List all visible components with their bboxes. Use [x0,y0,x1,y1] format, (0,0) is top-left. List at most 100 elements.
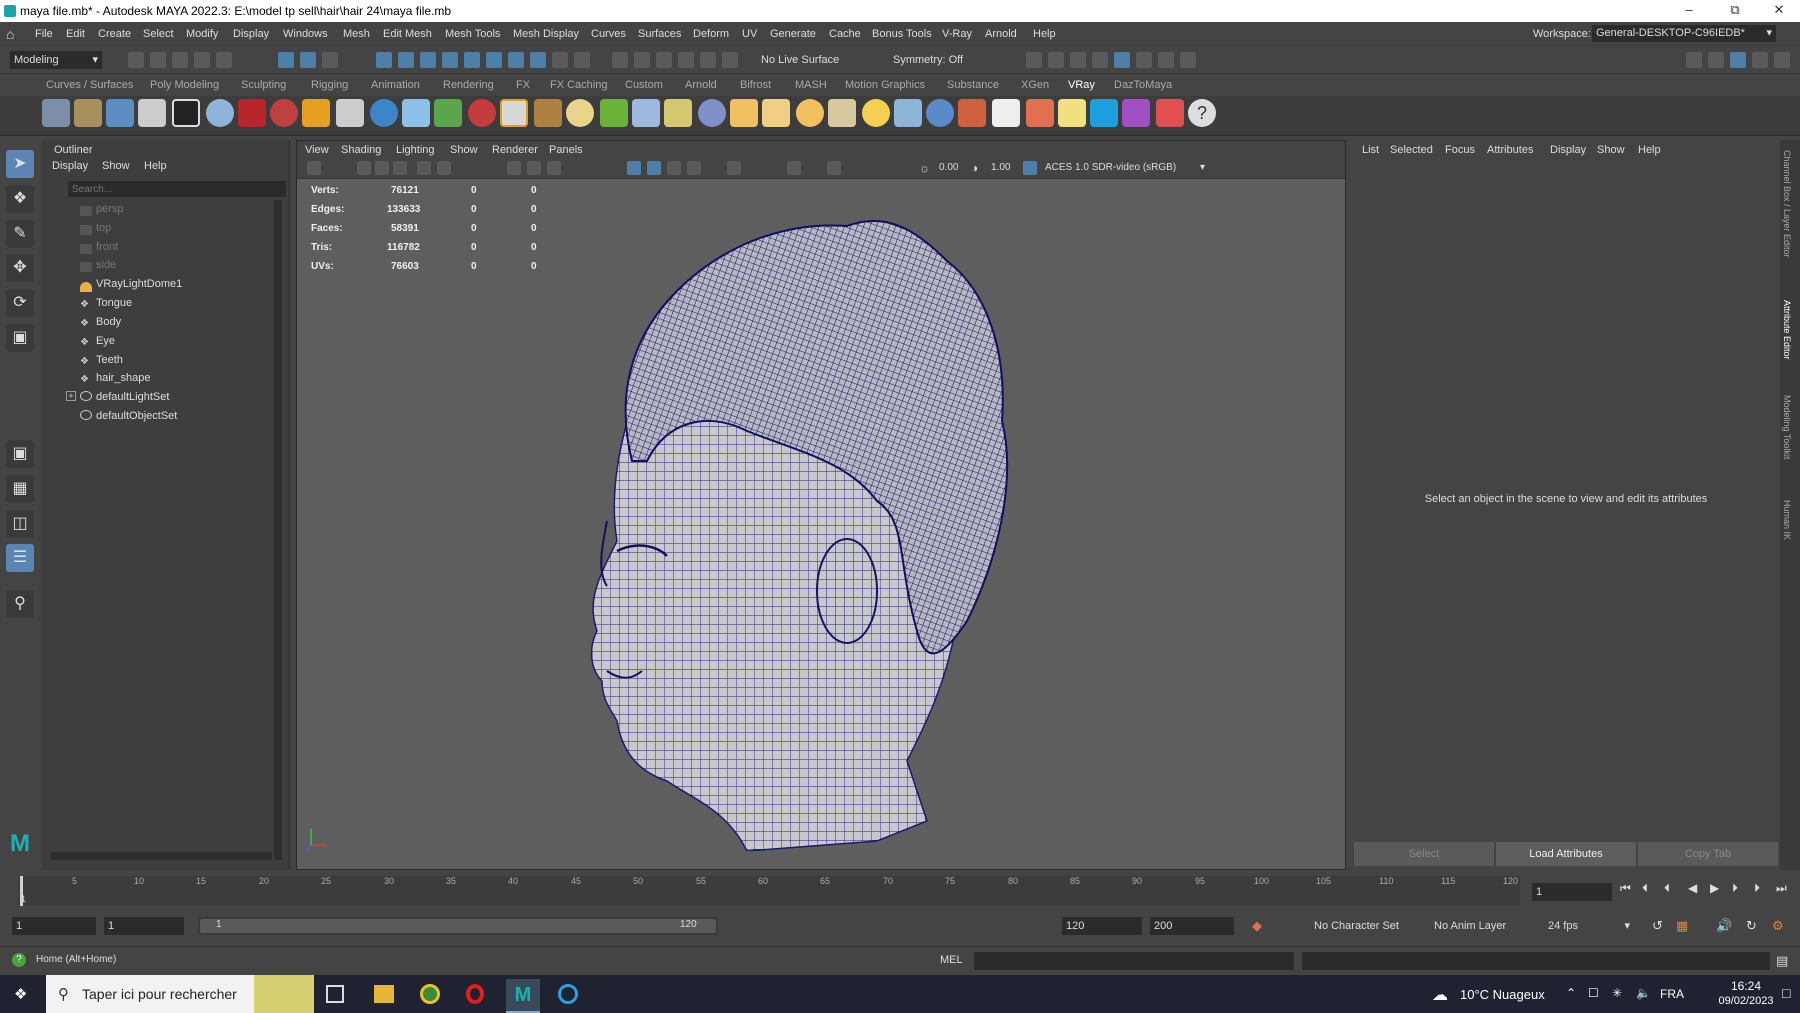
menu-modify[interactable]: Modify [186,28,218,40]
gamma-value[interactable]: 1.00 [991,162,1010,173]
vray-fur-icon[interactable] [600,99,628,127]
expand-icon[interactable]: + [66,391,76,401]
undo-icon[interactable] [194,52,210,68]
output-ops-icon[interactable] [678,52,694,68]
scale-tool-icon[interactable]: ▣ [6,324,34,352]
tab-motion-graphics[interactable]: Motion Graphics [845,79,925,91]
cache-icon[interactable]: ▦ [1676,918,1688,934]
loop-icon[interactable]: ↺ [1652,918,1663,934]
vray-proxy-icon[interactable] [138,99,166,127]
vray-stop-icon[interactable] [1158,52,1174,68]
select-camera-icon[interactable] [307,161,321,175]
attr-menu-selected[interactable]: Selected [1390,144,1433,156]
vray-drop-icon[interactable] [402,99,430,127]
clock-date[interactable]: 09/02/2023 [1710,995,1782,1007]
tab-rigging[interactable]: Rigging [311,79,348,91]
history-icon[interactable] [612,52,628,68]
clock-time[interactable]: 16:24 [1716,979,1776,993]
menu-generate[interactable]: Generate [770,28,816,40]
wifi-icon[interactable]: ✳ [1612,986,1622,1000]
textured-icon[interactable] [667,161,681,175]
copy-tab-button[interactable]: Copy Tab [1638,842,1778,866]
new-scene-icon[interactable] [128,52,144,68]
notifications-icon[interactable]: □ [1782,985,1790,1001]
outliner-scrollbar[interactable] [274,200,282,860]
outliner-item-teeth[interactable]: Teeth [96,354,123,366]
playback-start-field[interactable]: 1 [104,917,184,935]
vray-dome-icon[interactable] [500,99,528,127]
end-time-field[interactable]: 200 [1150,917,1234,935]
chrome-icon[interactable] [420,984,440,1004]
image-plane-icon[interactable] [393,161,407,175]
menu-mesh-display[interactable]: Mesh Display [513,28,579,40]
vp-menu-renderer[interactable]: Renderer [492,144,538,156]
menu-bonus-tools[interactable]: Bonus Tools [872,28,932,40]
menu-edit-mesh[interactable]: Edit Mesh [383,28,432,40]
vp-menu-show[interactable]: Show [450,144,478,156]
refresh-icon[interactable]: ↻ [1746,918,1757,934]
step-back-key-icon[interactable]: ⏴ [1642,881,1648,896]
outliner-item-side[interactable]: side [96,259,116,271]
menu-uv[interactable]: UV [742,28,757,40]
layout-four-pane-icon[interactable]: ▦ [6,475,34,503]
step-forward-frame-icon[interactable]: ⏵ [1732,881,1738,896]
symmetry-label[interactable]: Symmetry: Off [893,54,963,66]
vp-menu-panels[interactable]: Panels [549,144,583,156]
rotate-tool-icon[interactable]: ⟳ [6,289,34,317]
tab-xgen[interactable]: XGen [1021,79,1049,91]
vray-fire-icon[interactable] [302,99,330,127]
vray-light-icon[interactable] [468,99,496,127]
vray-framebuffer-icon[interactable] [106,99,134,127]
color-management-icon[interactable] [1023,161,1037,175]
lights-icon[interactable] [687,161,701,175]
tab-rendering[interactable]: Rendering [443,79,494,91]
render-frame-icon[interactable] [1026,52,1042,68]
lasso-tool-icon[interactable]: ❖ [6,185,34,213]
snap-curve-icon[interactable] [398,52,414,68]
range-slider-handle[interactable] [200,919,716,933]
select-component-icon[interactable] [322,52,338,68]
windows-start-icon[interactable]: ❖ [14,987,30,1003]
vray-ies-icon[interactable] [958,99,986,127]
maya-taskbar-icon[interactable]: M [506,979,540,1013]
outliner-item-hair-shape[interactable]: hair_shape [96,372,150,384]
tray-device-icon[interactable]: ☐ [1588,986,1599,1000]
camera-attr-icon[interactable] [357,161,371,175]
outliner-item-defaultobjectset[interactable]: defaultObjectSet [96,410,177,422]
render-sequence-icon[interactable] [1048,52,1064,68]
shadows-icon[interactable] [727,161,741,175]
vray-cone-icon[interactable] [828,99,856,127]
vray-palette-icon[interactable] [1156,99,1184,127]
vray-rect-light-icon[interactable] [894,99,922,127]
vray-cloud-icon[interactable] [1090,99,1118,127]
viewport-panel[interactable]: View Shading Lighting Show Renderer Pane… [296,140,1346,870]
tab-attribute-editor[interactable]: Attribute Editor [1782,300,1792,360]
tab-poly-modeling[interactable]: Poly Modeling [150,79,219,91]
tab-vray[interactable]: VRay [1068,79,1095,91]
pause-icon[interactable] [1180,52,1196,68]
open-scene-icon[interactable] [150,52,166,68]
snap-magnet-icon[interactable] [508,52,524,68]
vray-material-icon[interactable] [270,99,298,127]
layout-two-pane-icon[interactable]: ◫ [6,510,34,538]
vray-spot-icon[interactable] [762,99,790,127]
play-backwards-icon[interactable]: ◀ [1688,881,1697,895]
attr-menu-display[interactable]: Display [1550,144,1586,156]
rotate-ops-icon[interactable] [722,52,738,68]
exposure-value[interactable]: 0.00 [939,162,958,173]
head-wireframe-model[interactable] [547,201,1067,851]
vp-menu-lighting[interactable]: Lighting [396,144,435,156]
isolate-icon[interactable] [787,161,801,175]
menu-help[interactable]: Help [1033,28,1056,40]
layout-tools-icon[interactable] [1708,52,1724,68]
vray-help-icon[interactable]: ? [1188,99,1216,127]
menu-edit[interactable]: Edit [66,28,85,40]
attr-menu-attributes[interactable]: Attributes [1487,144,1533,156]
tab-bifrost[interactable]: Bifrost [740,79,771,91]
tab-fx-caching[interactable]: FX Caching [550,79,607,91]
command-input[interactable] [974,952,1294,970]
start-time-field[interactable]: 1 [12,917,96,935]
menu-select[interactable]: Select [143,28,174,40]
outliner-menu-help[interactable]: Help [144,160,167,172]
menu-create[interactable]: Create [98,28,131,40]
